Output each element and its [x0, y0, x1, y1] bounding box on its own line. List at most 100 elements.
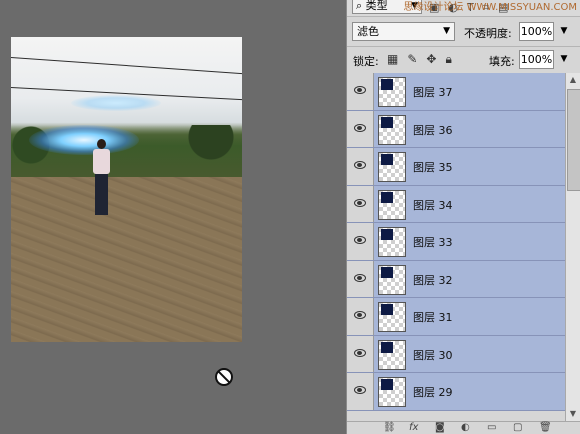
adjustment-icon[interactable]: ◐	[461, 422, 470, 434]
blend-row: 滤色 ▼ 不透明度: 100% ▼	[347, 17, 580, 44]
thumbnail-mark	[381, 191, 393, 203]
thumbnail-mark	[381, 229, 393, 240]
thumbnail-mark	[381, 266, 393, 278]
eye-icon	[354, 198, 366, 207]
eye-icon	[354, 348, 366, 357]
layers-bottom-bar: ⛓ fx ◙ ◐ ▭ ▢ 🗑︎	[347, 421, 580, 434]
thumbnail-mark	[381, 154, 393, 165]
scrollbar-thumb[interactable]	[567, 89, 580, 191]
new-layer-icon[interactable]: ▢	[513, 422, 522, 434]
scroll-down-icon[interactable]: ▼	[566, 407, 580, 421]
layer-name: 图层 29	[413, 386, 453, 399]
visibility-toggle[interactable]	[347, 73, 374, 110]
ground	[11, 177, 242, 342]
opacity-input[interactable]: 100%	[519, 22, 554, 41]
layer-thumbnail	[378, 377, 406, 407]
layer-row[interactable]: 图层 29	[347, 373, 565, 411]
thumbnail-mark	[381, 79, 393, 90]
visibility-toggle[interactable]	[347, 148, 374, 185]
thumbnail-mark	[381, 341, 393, 353]
not-allowed-icon	[215, 368, 233, 386]
layer-list: 图层 37 图层 36 图层 35 图层 34 图层 33 图层 32 图层 3…	[347, 73, 565, 421]
scroll-up-icon[interactable]: ▲	[566, 73, 580, 87]
opacity-slider-button[interactable]: ▼	[556, 22, 572, 41]
search-icon: ⌕	[356, 0, 363, 12]
layer-row[interactable]: 图层 32	[347, 260, 565, 298]
light-streak	[71, 95, 161, 111]
person-legs	[95, 174, 108, 215]
document-image[interactable]	[11, 37, 242, 342]
visibility-toggle[interactable]	[347, 185, 374, 222]
layer-thumbnail	[378, 227, 406, 257]
eye-icon	[354, 386, 366, 394]
layer-row[interactable]: 图层 30	[347, 335, 565, 373]
eye-icon	[354, 236, 366, 244]
blend-mode-select[interactable]: 滤色 ▼	[352, 22, 455, 41]
visibility-toggle[interactable]	[347, 110, 374, 147]
power-line	[11, 57, 242, 75]
thumbnail-mark	[381, 304, 393, 315]
layer-name: 图层 32	[413, 273, 453, 287]
layer-name: 图层 31	[413, 311, 453, 324]
trash-icon[interactable]: 🗑︎	[539, 422, 552, 434]
visibility-toggle[interactable]	[347, 373, 374, 410]
layers-scrollbar[interactable]: ▲ ▼	[565, 73, 580, 421]
layer-name: 图层 35	[413, 161, 453, 174]
layer-row[interactable]: 图层 33	[347, 223, 565, 261]
filter-row: ⌕ 类型 ▼ ▣◐T⌗▤ 思缘设计论坛 WWW.MISSYUAN.COM	[347, 0, 580, 17]
filter-kind-label: 类型	[365, 0, 388, 12]
person-shirt	[93, 149, 110, 174]
canvas-area[interactable]	[0, 0, 346, 434]
layer-row[interactable]: 图层 36	[347, 110, 565, 148]
link-icon[interactable]: ⛓	[383, 422, 396, 434]
lock-label: 锁定:	[353, 55, 379, 68]
visibility-toggle[interactable]	[347, 260, 374, 297]
layer-thumbnail	[378, 114, 406, 145]
layer-name: 图层 37	[413, 86, 453, 99]
fill-slider-button[interactable]: ▼	[556, 50, 572, 69]
energy-glow	[29, 125, 139, 155]
lock-all-icon[interactable]: 🔒︎	[445, 52, 460, 66]
eye-icon	[354, 123, 366, 132]
layer-thumbnail	[378, 339, 406, 370]
layer-row[interactable]: 图层 37	[347, 73, 565, 111]
lock-transparent-icon[interactable]: ▦	[387, 52, 407, 66]
visibility-toggle[interactable]	[347, 298, 374, 335]
group-icon[interactable]: ▭	[487, 422, 496, 434]
layer-thumbnail	[378, 264, 406, 295]
layer-row[interactable]: 图层 34	[347, 185, 565, 223]
layer-row[interactable]: 图层 35	[347, 148, 565, 186]
watermark: 思缘设计论坛 WWW.MISSYUAN.COM	[403, 2, 577, 13]
layer-row[interactable]: 图层 31	[347, 298, 565, 336]
layer-name: 图层 34	[413, 198, 453, 212]
layer-thumbnail	[378, 152, 406, 182]
lock-image-icon[interactable]: ✎	[407, 52, 426, 66]
fx-icon[interactable]: fx	[409, 422, 418, 434]
visibility-toggle[interactable]	[347, 223, 374, 260]
eye-icon	[354, 273, 366, 282]
chevron-down-icon: ▼	[443, 26, 450, 36]
blend-mode-value: 滤色	[357, 25, 379, 38]
person-head	[97, 139, 106, 149]
layer-name: 图层 33	[413, 236, 453, 249]
visibility-toggle[interactable]	[347, 335, 374, 372]
thumbnail-mark	[381, 116, 393, 128]
eye-icon	[354, 161, 366, 169]
layer-thumbnail	[378, 302, 406, 332]
layers-panel: ⌕ 类型 ▼ ▣◐T⌗▤ 思缘设计论坛 WWW.MISSYUAN.COM 滤色 …	[346, 0, 580, 434]
eye-icon	[354, 86, 366, 94]
lock-icons: ▦✎✥🔒︎	[387, 52, 461, 67]
fill-label: 填充:	[489, 55, 515, 68]
person-figure	[91, 139, 111, 217]
layer-thumbnail	[378, 77, 406, 107]
thumbnail-mark	[381, 379, 393, 390]
lock-row: 锁定: ▦✎✥🔒︎ 填充: 100% ▼	[347, 46, 580, 73]
layer-thumbnail	[378, 189, 406, 220]
mask-icon[interactable]: ◙	[435, 422, 445, 434]
layer-name: 图层 36	[413, 123, 453, 137]
opacity-label: 不透明度:	[464, 27, 512, 40]
eye-icon	[354, 311, 366, 319]
layer-name: 图层 30	[413, 348, 453, 362]
fill-input[interactable]: 100%	[519, 50, 554, 69]
lock-position-icon[interactable]: ✥	[426, 52, 445, 66]
